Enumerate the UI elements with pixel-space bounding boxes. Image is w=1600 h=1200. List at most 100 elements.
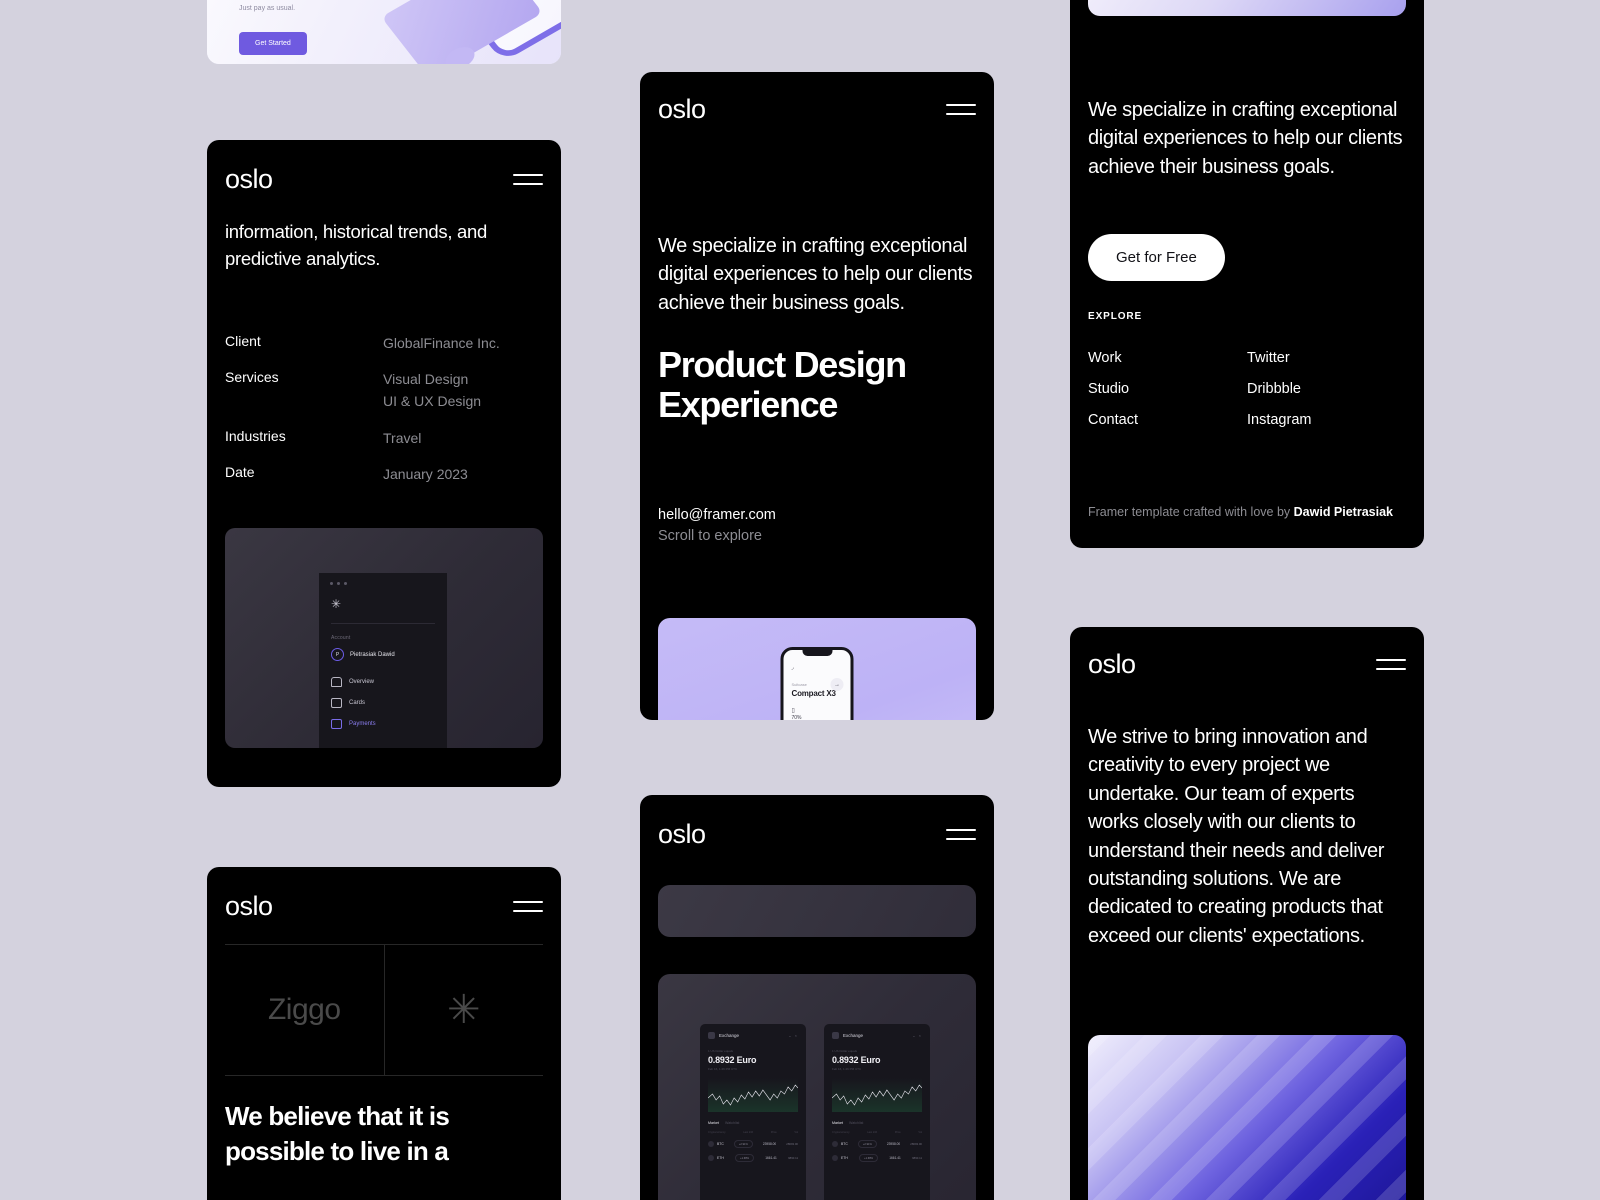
price-cell: 1661.41 xyxy=(765,1156,777,1160)
account-section-label: Account xyxy=(331,635,351,641)
coin-symbol: BTC xyxy=(717,1142,724,1146)
wallpaper-canvas: with copay. Grow your family network to … xyxy=(0,0,1600,1200)
footer-link-dribbble[interactable]: Dribbble xyxy=(1247,381,1406,397)
oslo-logo[interactable]: oslo xyxy=(658,820,706,848)
oslo-logo[interactable]: oslo xyxy=(1088,650,1136,678)
rate-value: 0.8932 Euro xyxy=(832,1055,881,1065)
footer-lead-text: We specialize in crafting exceptional di… xyxy=(1088,99,1403,178)
rate-line-chart xyxy=(832,1078,922,1112)
hamburger-icon[interactable] xyxy=(1376,658,1406,670)
tab-watchlist[interactable]: Watchlist xyxy=(849,1121,863,1125)
oslo-logo[interactable]: oslo xyxy=(225,165,273,193)
meta-value-line: GlobalFinance Inc. xyxy=(383,334,500,351)
meta-value-line: January 2023 xyxy=(383,465,468,482)
credit-prefix: Framer template crafted with love by xyxy=(1088,505,1294,519)
meta-value-line: Visual Design xyxy=(383,371,469,388)
tab-market[interactable]: Market xyxy=(708,1121,719,1125)
copay-get-started-button[interactable]: Get Started xyxy=(239,32,307,55)
footer-links-right: Twitter Dribbble Instagram xyxy=(1247,350,1406,443)
sidebar-item-cards[interactable]: Cards xyxy=(331,698,447,708)
table-row: BTC +2.91% 23958.00 28693.00 xyxy=(832,1140,922,1148)
footer-link-contact[interactable]: Contact xyxy=(1088,412,1247,428)
phone-app-logo: ◞ xyxy=(791,665,794,671)
hamburger-icon[interactable] xyxy=(946,828,976,840)
hero-card[interactable]: oslo We specialize in crafting exception… xyxy=(640,72,994,720)
hamburger-icon[interactable] xyxy=(513,173,543,185)
dashboard-sidebar: ✳ Account P Pietrasiak Dawid Overview Ca… xyxy=(319,573,447,748)
coin-cell: ETH xyxy=(708,1155,724,1161)
card-header: oslo xyxy=(640,795,994,873)
hamburger-icon[interactable] xyxy=(513,900,543,912)
meta-key: Industries xyxy=(225,427,286,444)
footer-card[interactable]: We specialize in crafting exceptional di… xyxy=(1070,0,1424,548)
project-detail-card[interactable]: oslo information, historical trends, and… xyxy=(207,140,561,787)
project-meta-table: Client GlobalFinance Inc. Services Visua… xyxy=(207,333,561,484)
copay-preview-card[interactable]: with copay. Grow your family network to … xyxy=(207,0,561,64)
card-header: oslo xyxy=(207,140,561,218)
home-icon xyxy=(331,677,342,687)
tab-market[interactable]: Market xyxy=(832,1121,843,1125)
oslo-logo[interactable]: oslo xyxy=(658,95,706,123)
credit-author[interactable]: Dawid Pietrasiak xyxy=(1294,505,1393,519)
sidebar-item-label: Payments xyxy=(349,721,376,727)
card-header: oslo xyxy=(207,867,561,945)
widget-tools-icon[interactable]: ⌄ × xyxy=(788,1033,798,1038)
clients-card[interactable]: oslo Ziggo ✳ We believe that it is possi… xyxy=(207,867,561,1200)
media-strip xyxy=(658,885,976,937)
table-row: ETH +1.68% 1661.41 9890.11 xyxy=(832,1154,922,1162)
client-logo-label: Ziggo xyxy=(267,993,341,1026)
sidebar-item-overview[interactable]: Overview xyxy=(331,677,447,687)
phone-frame: ◞ Suitcase Compact X3 → ▯ 70% xyxy=(780,647,854,720)
table-row: Client GlobalFinance Inc. xyxy=(225,333,543,353)
sidebar-item-label: Cards xyxy=(349,700,366,706)
widget-title-group: Exchange xyxy=(832,1032,863,1039)
meta-value: January 2023 xyxy=(383,464,468,484)
sidebar-item-payments[interactable]: Payments xyxy=(331,719,447,729)
price-cell: 23958.00 xyxy=(762,1142,777,1146)
oslo-logo[interactable]: oslo xyxy=(225,892,273,920)
widget-tools-icon[interactable]: ⌄ × xyxy=(912,1033,922,1038)
gradient-image xyxy=(1088,0,1406,16)
battery-icon: ▯ xyxy=(791,708,795,714)
change-badge: +1.68% xyxy=(859,1154,878,1162)
phone-notch xyxy=(802,650,832,656)
battery-percent: 70% xyxy=(791,715,802,720)
hamburger-icon[interactable] xyxy=(946,103,976,115)
coin-symbol: ETH xyxy=(717,1156,724,1160)
table-header: Cryptocurrency Last 24h Price Vol xyxy=(832,1131,922,1134)
rate-kicker: 1 US Dollar equals xyxy=(832,1049,858,1053)
dashboard-screenshot: ✳ Account P Pietrasiak Dawid Overview Ca… xyxy=(225,528,543,748)
meta-value-line: UI & UX Design xyxy=(383,393,482,410)
change-badge: +1.68% xyxy=(735,1154,754,1162)
change-badge: +2.91% xyxy=(733,1140,753,1148)
footer-link-instagram[interactable]: Instagram xyxy=(1247,412,1406,428)
column-header: Cryptocurrency xyxy=(708,1131,726,1134)
table-row: Industries Travel xyxy=(225,428,543,448)
footer-link-studio[interactable]: Studio xyxy=(1088,381,1247,397)
about-card[interactable]: oslo We strive to bring innovation and c… xyxy=(1070,627,1424,1200)
meta-key: Date xyxy=(225,463,255,480)
column-header: Last 24h xyxy=(867,1131,878,1134)
widget-title: Exchange xyxy=(843,1033,864,1038)
volume-cell: 28693.00 xyxy=(910,1142,922,1146)
tab-watchlist[interactable]: Watchlist xyxy=(725,1121,739,1125)
meta-value: Travel xyxy=(383,428,421,448)
card-icon xyxy=(331,698,342,708)
get-for-free-button[interactable]: Get for Free xyxy=(1088,234,1225,281)
widget-header: Exchange ⌄ × xyxy=(708,1032,798,1039)
asterisk-icon: ✳ xyxy=(446,988,481,1032)
card-header: oslo xyxy=(640,72,994,146)
table-header: Cryptocurrency Last 24h Price Vol xyxy=(708,1131,798,1134)
rate-timestamp: Feb 16, 1:26 PM UTC xyxy=(708,1067,738,1071)
volume-cell: 9890.11 xyxy=(912,1156,922,1160)
contact-email-link[interactable]: hello@framer.com xyxy=(658,507,776,523)
arrow-right-icon[interactable]: → xyxy=(830,678,844,691)
clients-headline: We believe that it is possible to live i… xyxy=(225,1101,450,1166)
coin-symbol: BTC xyxy=(841,1142,848,1146)
footer-link-twitter[interactable]: Twitter xyxy=(1247,350,1406,366)
coin-cell: BTC xyxy=(708,1141,724,1147)
volume-cell: 9890.11 xyxy=(788,1156,798,1160)
exchange-card[interactable]: oslo Exchange ⌄ × 1 US Dollar equals 0.8… xyxy=(640,795,994,1200)
footer-links-left: Work Studio Contact xyxy=(1088,350,1247,443)
footer-link-work[interactable]: Work xyxy=(1088,350,1247,366)
